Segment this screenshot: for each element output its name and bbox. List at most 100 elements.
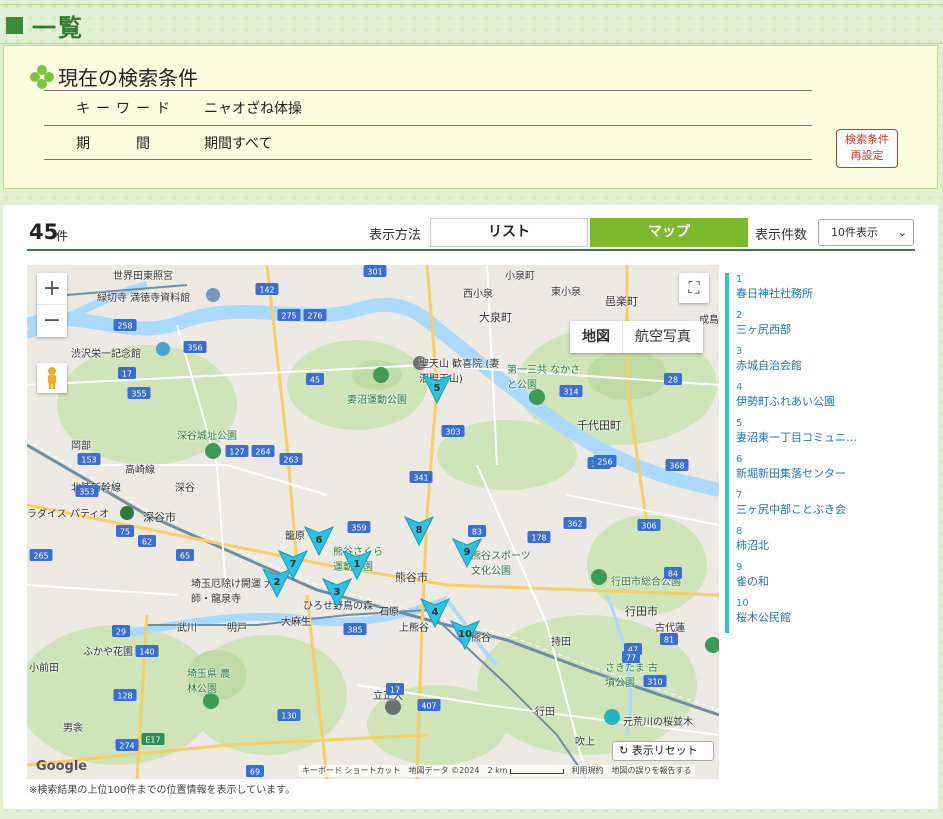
item-name: 新堀新田集落センター: [736, 467, 846, 480]
clover-icon: [30, 64, 54, 89]
item-name: 桜木公民館: [736, 611, 791, 624]
route-shield-icon: 128: [113, 689, 137, 701]
route-shield-icon: 140: [135, 645, 159, 657]
svg-text:45: 45: [310, 376, 320, 385]
map-marker-6[interactable]: 6: [303, 526, 335, 557]
route-shield-icon: 258: [113, 319, 137, 331]
map-marker-1[interactable]: 1: [341, 550, 373, 581]
svg-text:E17: E17: [145, 736, 160, 745]
map-data-credit: 地図データ ©2024: [408, 766, 480, 775]
conditions-divider: [44, 159, 812, 160]
scale-bar: [509, 768, 564, 774]
route-shield-icon: 62: [138, 535, 156, 547]
route-shield-icon: 407: [417, 699, 441, 711]
route-shield-icon: 45: [306, 373, 324, 385]
svg-text:4: 4: [432, 607, 439, 618]
list-view-button[interactable]: リスト: [430, 218, 588, 247]
svg-text:83: 83: [472, 528, 482, 537]
route-shield-icon: 355: [127, 387, 151, 399]
route-shield-icon: 65: [176, 549, 194, 561]
list-item[interactable]: 6 新堀新田集落センター: [725, 453, 925, 489]
item-number: 8: [736, 526, 743, 537]
item-name: 赤城自治会館: [736, 359, 802, 372]
item-number: 5: [736, 418, 743, 429]
svg-text:263: 263: [283, 456, 298, 465]
route-shield-icon: 314: [559, 385, 583, 397]
per-page-value: 10件表示: [831, 226, 878, 239]
reset-view-label: 表示リセット: [631, 744, 698, 757]
svg-text:258: 258: [117, 322, 132, 331]
map-marker-5[interactable]: 5: [421, 374, 453, 405]
route-shield-icon: 83: [468, 525, 486, 537]
reset-view-button[interactable]: ↻ 表示リセット: [612, 741, 714, 761]
route-shield-icon: 178: [527, 531, 551, 543]
zoom-in-button[interactable]: +: [37, 273, 67, 305]
terms-link[interactable]: 利用規約: [572, 765, 604, 777]
street-view-pegman-icon[interactable]: [37, 363, 67, 393]
svg-text:310: 310: [647, 678, 662, 687]
map-view-button[interactable]: マップ: [590, 218, 748, 247]
svg-text:128: 128: [117, 692, 132, 701]
svg-text:17: 17: [390, 686, 400, 695]
svg-text:10: 10: [458, 629, 472, 640]
route-shield-icon: 77: [622, 651, 640, 663]
svg-text:265: 265: [33, 552, 48, 561]
result-side-list: 1 春日神社社務所 2 三ヶ尻西部 3 赤城自治会館 4 伊勢町ふれあい公園 5 妻沼東一…: [725, 273, 925, 633]
svg-text:178: 178: [531, 534, 546, 543]
list-item[interactable]: 10 桜木公民館: [725, 597, 925, 633]
per-page-select[interactable]: 10件表示 ⌄: [818, 219, 914, 246]
svg-text:77: 77: [626, 654, 636, 663]
conditions-title: 現在の検索条件: [30, 62, 198, 91]
list-item[interactable]: 2 三ヶ尻西部: [725, 309, 925, 345]
reset-conditions-button[interactable]: 検索条件 再設定: [836, 129, 898, 168]
svg-text:142: 142: [259, 286, 274, 295]
item-number: 1: [736, 274, 743, 285]
svg-text:355: 355: [131, 390, 146, 399]
zoom-out-button[interactable]: −: [37, 305, 67, 337]
route-shield-icon: 276: [303, 309, 327, 321]
search-conditions-panel: 現在の検索条件 キーワード ニャオざね体操 期間 期間すべて 検索条件 再設定: [3, 45, 938, 189]
map-type-aerial-button[interactable]: 航空写真: [623, 321, 703, 353]
route-shield-icon: 264: [251, 445, 275, 457]
map-marker-10[interactable]: 10: [449, 620, 481, 651]
list-item[interactable]: 8 柿沼北: [725, 525, 925, 561]
footnote: ※検索結果の上位100件までの位置情報を表示しています。: [29, 785, 296, 796]
svg-text:6: 6: [316, 535, 323, 546]
item-number: 3: [736, 346, 743, 357]
list-item[interactable]: 4 伊勢町ふれあい公園: [725, 381, 925, 417]
svg-text:29: 29: [116, 628, 126, 637]
conditions-divider: [44, 125, 812, 126]
item-number: 10: [736, 598, 749, 609]
svg-text:407: 407: [421, 702, 436, 711]
keyword-label: キーワード: [76, 101, 176, 117]
keyboard-shortcut-link[interactable]: キーボード ショートカット: [302, 765, 401, 777]
map-view[interactable]: 世界田東照宮 緑切寺 満徳寺資料館 渋沢栄一記念館 深谷城址公園 深谷市 深谷 …: [27, 265, 719, 779]
map-marker-2[interactable]: 2: [261, 568, 293, 599]
svg-text:3: 3: [334, 587, 341, 598]
map-attribution: キーボード ショートカット 地図データ ©2024 2 km 利用規約 地図の誤…: [299, 765, 695, 777]
list-item[interactable]: 1 春日神社社務所: [725, 273, 925, 309]
svg-text:81: 81: [664, 636, 674, 645]
list-item[interactable]: 9 雀の和: [725, 561, 925, 597]
square-icon: [6, 16, 23, 34]
report-error-link[interactable]: 地図の誤りを報告する: [612, 765, 692, 777]
svg-text:264: 264: [255, 448, 270, 457]
result-count-unit: 件: [56, 229, 69, 243]
list-item[interactable]: 7 三ヶ尻中部ことぶき会: [725, 489, 925, 525]
map-type-control: 地図 航空写真: [570, 321, 703, 353]
route-shield-icon: 127: [225, 445, 249, 457]
list-item[interactable]: 5 妻沼東一丁目コミュニ…: [725, 417, 925, 453]
svg-text:28: 28: [668, 376, 678, 385]
map-marker-9[interactable]: 9: [451, 538, 483, 569]
route-shield-icon: 29: [112, 625, 130, 637]
map-type-map-button[interactable]: 地図: [570, 321, 623, 353]
fullscreen-icon[interactable]: ⛶: [679, 273, 709, 303]
list-item[interactable]: 3 赤城自治会館: [725, 345, 925, 381]
map-marker-3[interactable]: 3: [321, 578, 353, 609]
svg-text:385: 385: [347, 626, 362, 635]
svg-text:276: 276: [307, 312, 322, 321]
map-marker-4[interactable]: 4: [419, 598, 451, 629]
map-marker-8[interactable]: 8: [403, 516, 435, 547]
route-shield-icon: 84: [664, 567, 682, 579]
svg-text:5: 5: [434, 383, 441, 394]
